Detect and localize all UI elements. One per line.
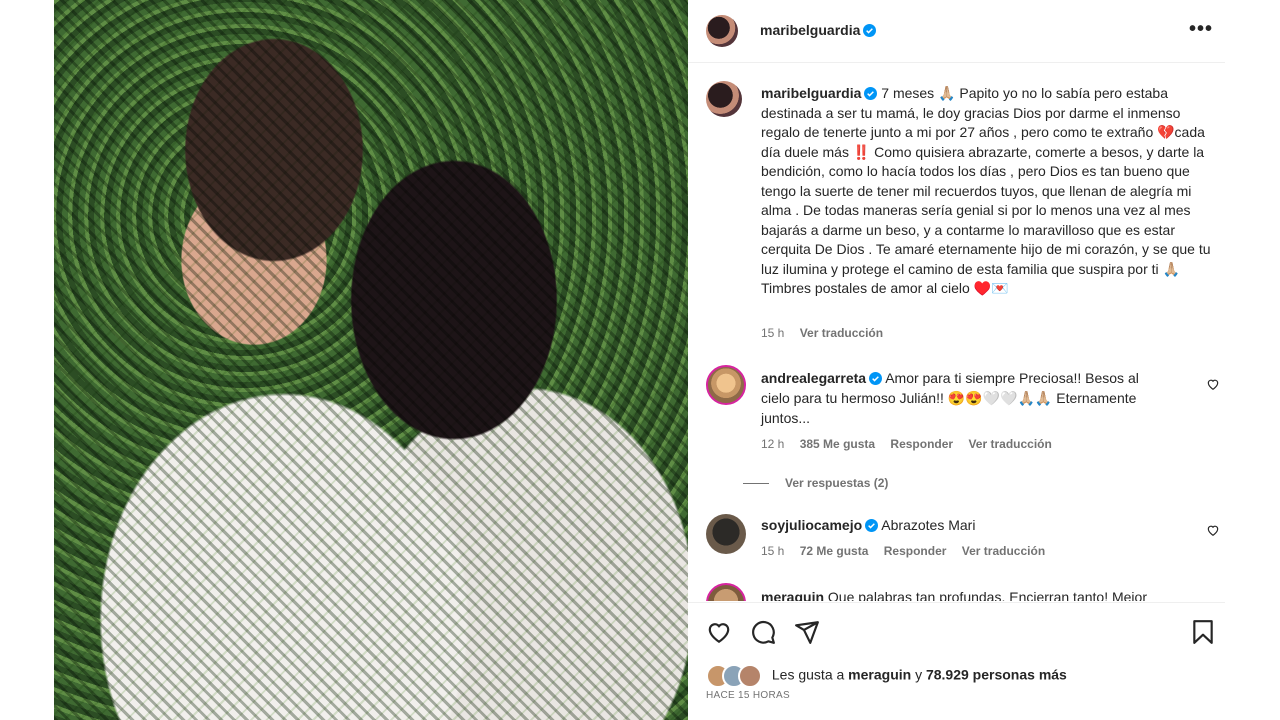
photo-texture — [54, 0, 688, 720]
view-replies-button[interactable]: Ver respuestas (2) — [743, 476, 888, 490]
post-time-ago[interactable]: HACE 15 HORAS — [706, 690, 790, 701]
liker-avatar — [738, 664, 762, 688]
likes-conjunction: y — [915, 666, 923, 683]
commenter-avatar[interactable] — [706, 514, 746, 554]
post-side-panel: maribelguardia ••• maribelguardia 7 mese… — [688, 0, 1225, 720]
likes-summary: Les gusta a meraguin y 78.929 personas m… — [706, 664, 1067, 688]
commenter-username[interactable]: meraguin — [761, 589, 824, 601]
replies-line — [743, 483, 769, 485]
comment-translate-link[interactable]: Ver traducción — [962, 544, 1045, 558]
comment-body: andrealegarreta Amor para ti siempre Pre… — [761, 368, 1161, 428]
likes-count-link[interactable]: 78.929 personas más — [926, 667, 1067, 683]
caption-username[interactable]: maribelguardia — [761, 85, 861, 101]
like-comment-heart-icon[interactable] — [1206, 377, 1220, 391]
comment-body: soyjuliocamejo Abrazotes Mari — [761, 515, 1161, 535]
comment-likes[interactable]: 72 Me gusta — [800, 544, 869, 558]
verified-badge-icon — [864, 87, 878, 100]
comment-body: meraguin Que palabras tan profundas. Enc… — [761, 587, 1181, 601]
like-heart-icon[interactable] — [706, 619, 732, 645]
comments-scroll-area[interactable]: maribelguardia 7 meses 🙏🏼 Papito yo no l… — [688, 63, 1225, 601]
verified-badge-icon — [869, 372, 883, 385]
commenter-username[interactable]: soyjuliocamejo — [761, 517, 862, 533]
share-paper-plane-icon[interactable] — [794, 619, 820, 645]
comment-time[interactable]: 15 h — [761, 544, 784, 558]
commenter-username[interactable]: andrealegarreta — [761, 370, 866, 386]
more-options-icon[interactable]: ••• — [1189, 18, 1213, 41]
likes-user-link[interactable]: meraguin — [848, 667, 911, 683]
caption-text: 7 meses 🙏🏼 Papito yo no lo sabía pero es… — [761, 85, 1211, 296]
comment-likes[interactable]: 385 Me gusta — [800, 437, 875, 451]
verified-badge-icon — [863, 24, 877, 37]
verified-badge-icon — [865, 519, 879, 532]
author-avatar[interactable] — [706, 15, 738, 47]
post-header: maribelguardia ••• — [688, 0, 1225, 63]
comment-time[interactable]: 12 h — [761, 437, 784, 451]
comment-reply-button[interactable]: Responder — [890, 437, 953, 451]
commenter-avatar[interactable] — [706, 365, 746, 405]
comment-reply-button[interactable]: Responder — [884, 544, 947, 558]
post-photo[interactable] — [54, 0, 688, 720]
author-username[interactable]: maribelguardia — [760, 22, 860, 38]
comment-translate-link[interactable]: Ver traducción — [968, 437, 1051, 451]
caption-translate-link[interactable]: Ver traducción — [800, 326, 883, 340]
view-replies-label: Ver respuestas (2) — [785, 476, 889, 490]
caption-avatar[interactable] — [706, 81, 742, 117]
commenter-avatar[interactable] — [706, 583, 746, 601]
caption-body: maribelguardia 7 meses 🙏🏼 Papito yo no l… — [761, 84, 1211, 299]
likes-prefix: Les gusta a — [771, 666, 845, 683]
comment-meta: 15 h 72 Me gusta Responder Ver traducció… — [761, 544, 1045, 558]
action-bar — [688, 602, 1225, 663]
comment-meta: 12 h 385 Me gusta Responder Ver traducci… — [761, 437, 1052, 451]
comment-bubble-icon[interactable] — [750, 619, 776, 645]
comment-text: Abrazotes Mari — [881, 517, 976, 533]
caption-meta: 15 h Ver traducción — [761, 326, 883, 340]
caption-time[interactable]: 15 h — [761, 326, 784, 340]
comment-text: Que palabras tan profundas. Encierran ta… — [827, 589, 1147, 601]
like-comment-heart-icon[interactable] — [1206, 523, 1220, 537]
save-bookmark-icon[interactable] — [1190, 619, 1216, 645]
